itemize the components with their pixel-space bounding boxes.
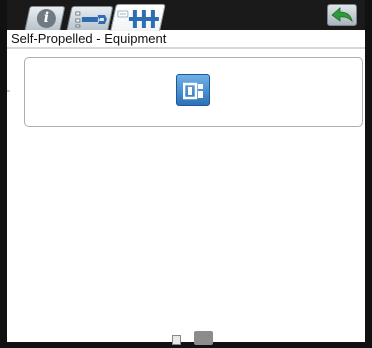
equipment-settings-icon xyxy=(183,82,203,100)
tab-diagnostics[interactable] xyxy=(66,6,114,30)
page-dot-1[interactable] xyxy=(172,335,181,345)
back-button[interactable] xyxy=(327,4,357,26)
page-dot-2-current[interactable] xyxy=(194,331,213,345)
frame-left-edge xyxy=(0,0,7,348)
frame-right-edge xyxy=(365,0,372,348)
tab-info[interactable]: i xyxy=(24,6,66,30)
title-divider xyxy=(7,47,365,49)
info-icon: i xyxy=(36,9,56,28)
back-arrow-icon xyxy=(331,7,353,23)
equipment-settings-button[interactable] xyxy=(176,74,210,106)
tab-bar: i xyxy=(7,0,365,31)
app-window: i Self-Propelled - Equipment xyxy=(0,0,372,348)
equipment-config-icon xyxy=(117,10,159,28)
divider-tick xyxy=(7,90,10,92)
equipment-card xyxy=(24,57,363,127)
tab-equipment[interactable] xyxy=(110,4,166,31)
wrench-icon xyxy=(75,11,107,28)
page-title: Self-Propelled - Equipment xyxy=(11,31,167,46)
frame-bottom-edge xyxy=(0,342,372,348)
